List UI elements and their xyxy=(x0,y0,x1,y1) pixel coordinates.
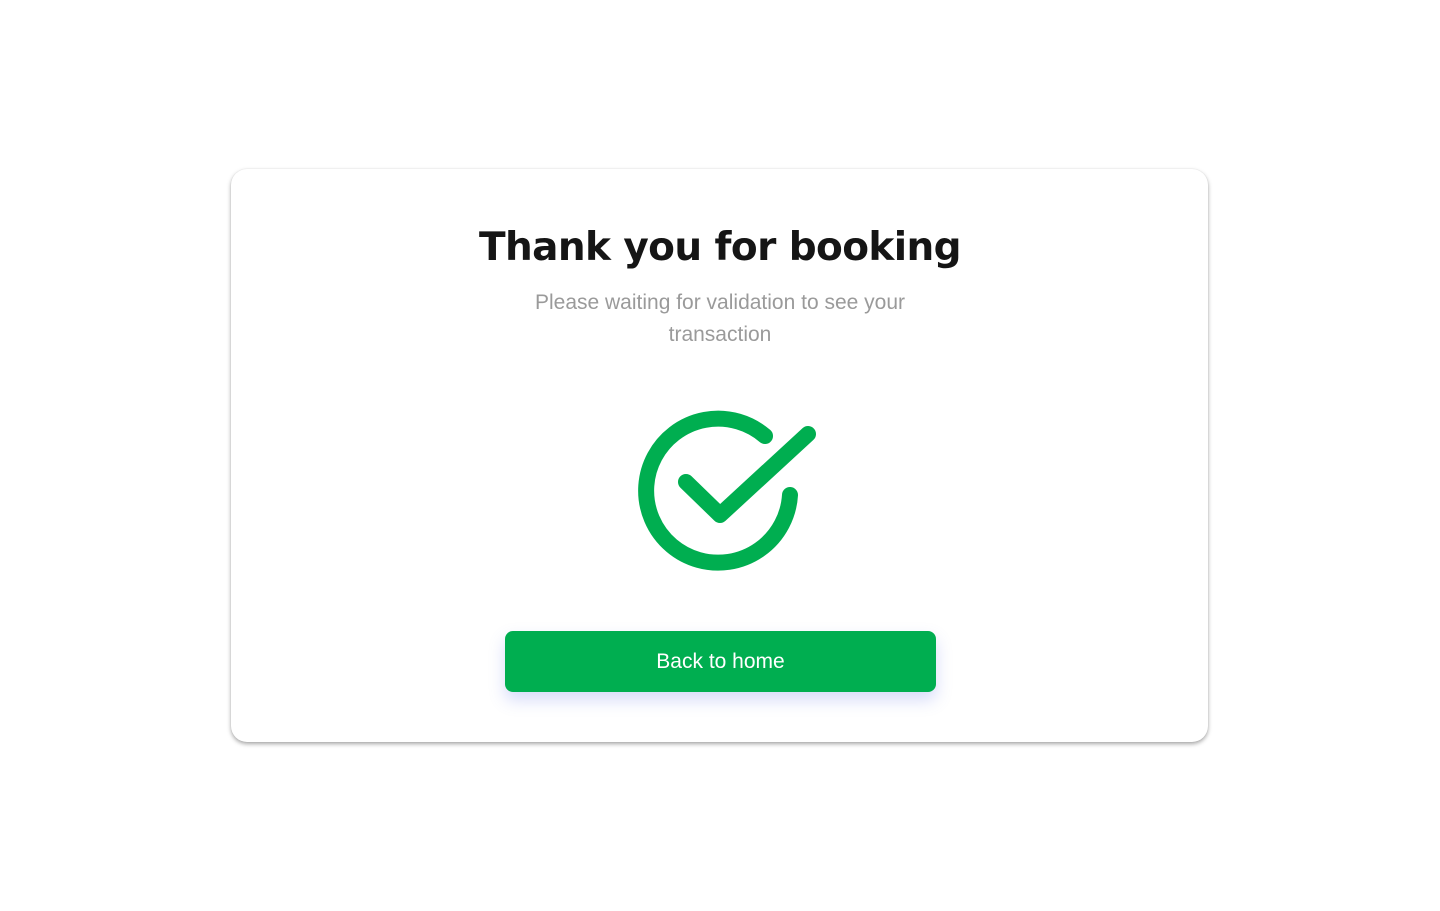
page: Thank you for booking Please waiting for… xyxy=(0,0,1440,911)
back-to-home-button[interactable]: Back to home xyxy=(505,631,936,692)
check-circle-icon xyxy=(638,410,816,571)
confirmation-title: Thank you for booking xyxy=(479,225,962,270)
confirmation-subtitle: Please waiting for validation to see you… xyxy=(534,291,906,346)
